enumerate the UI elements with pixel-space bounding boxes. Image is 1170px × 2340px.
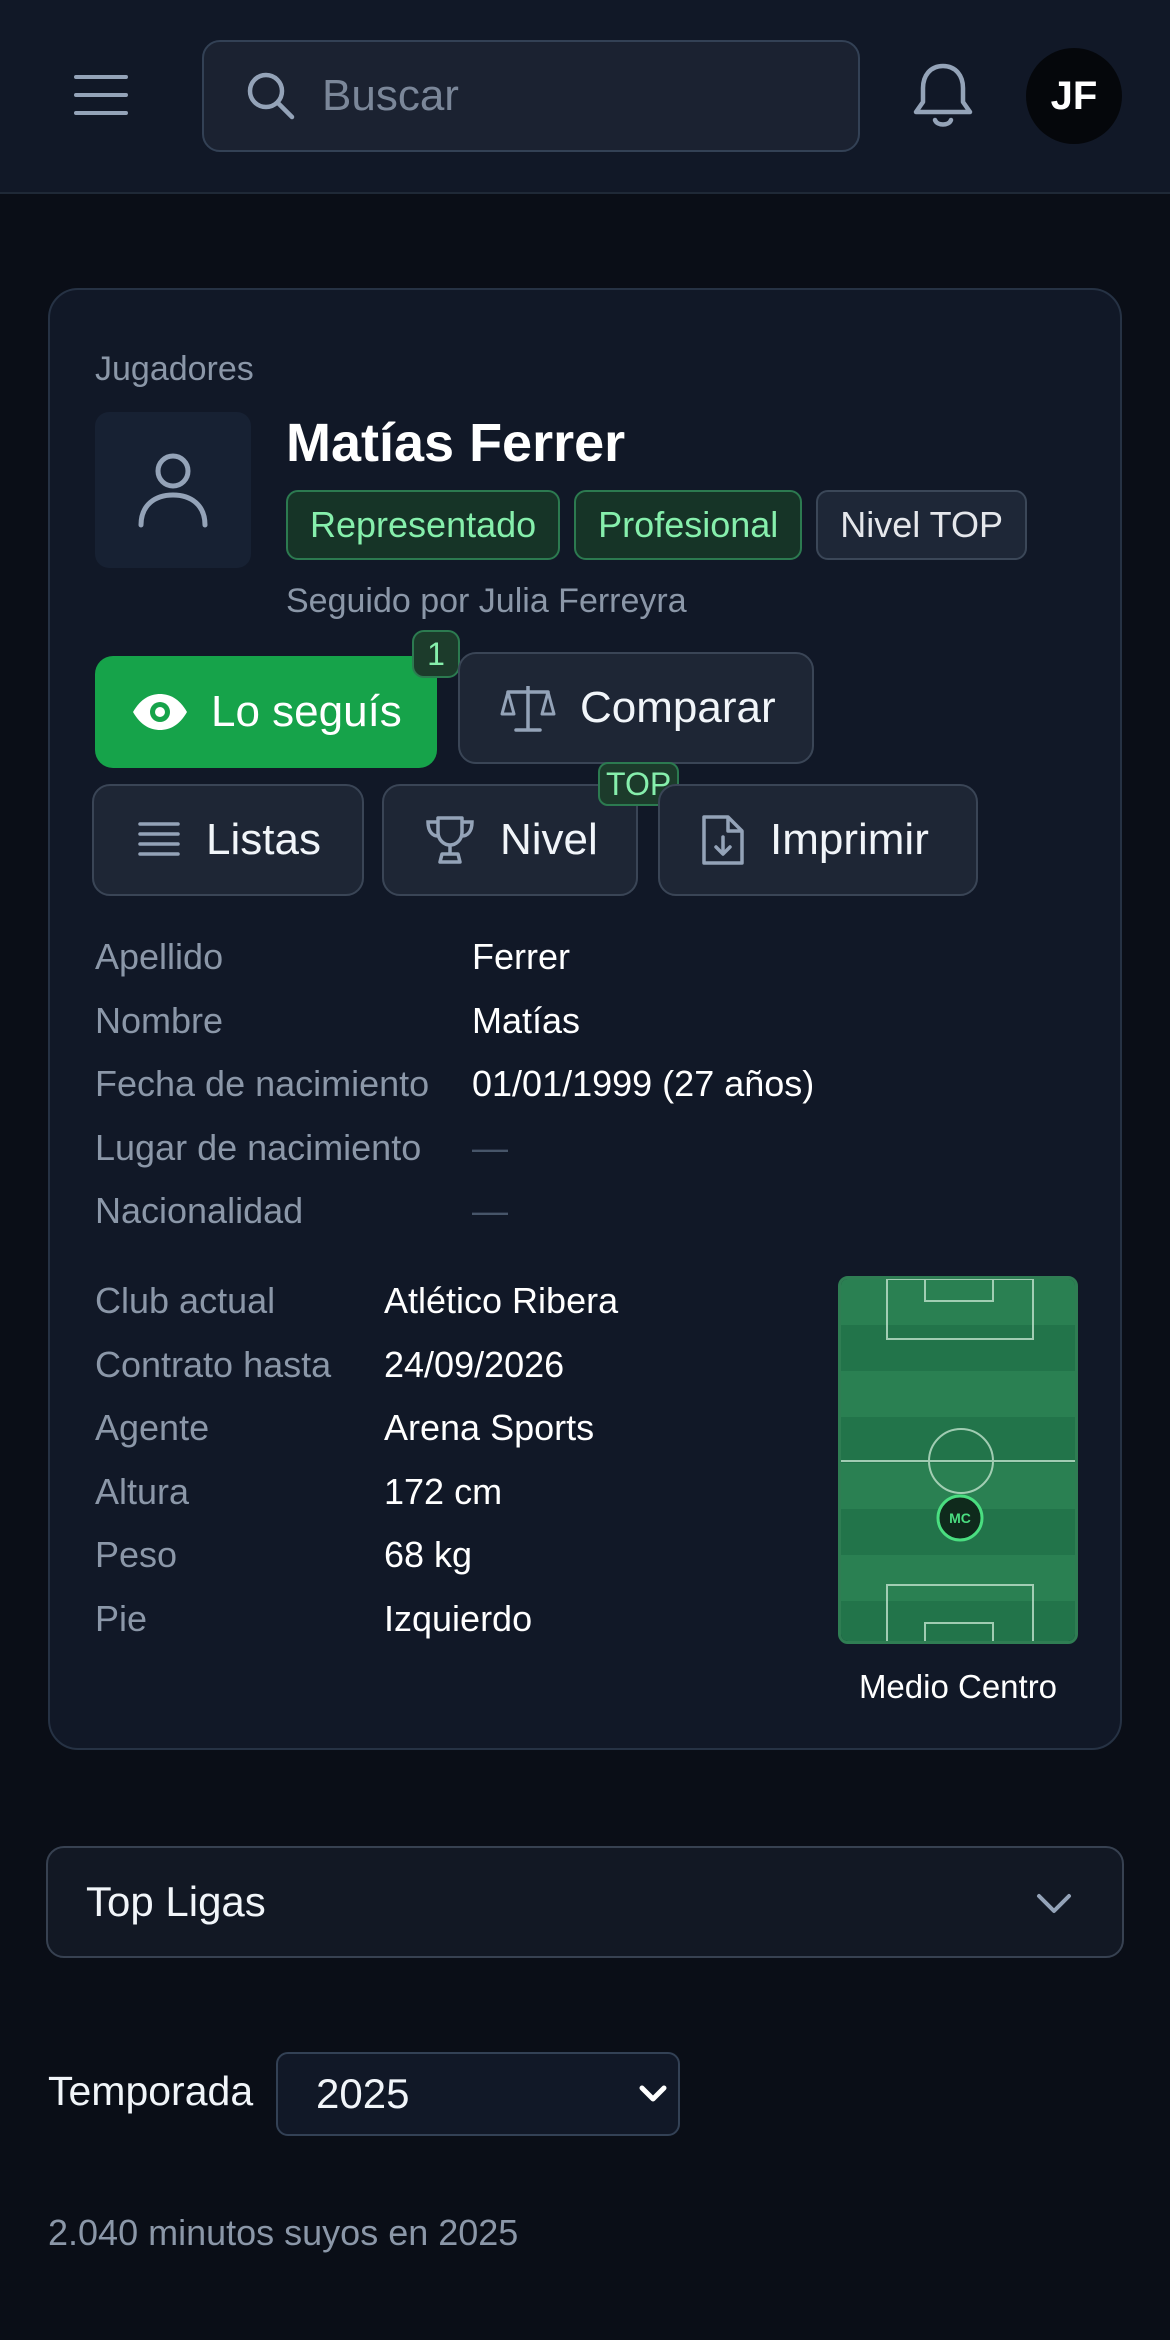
level-button-label: Nivel — [500, 815, 598, 864]
info-value: 24/09/2026 — [384, 1343, 565, 1385]
info-label: Nacionalidad — [95, 1190, 304, 1231]
compare-button-label: Comparar — [580, 683, 776, 732]
info-row-foot: Pie Izquierdo — [95, 1598, 618, 1662]
info-label: Peso — [95, 1534, 178, 1575]
info-value: — — [472, 1126, 508, 1168]
badge-represented: Representado — [286, 490, 561, 560]
info-label: Nombre — [95, 999, 224, 1041]
position-marker: MC — [949, 1510, 971, 1526]
chevron-down-icon — [639, 2085, 667, 2102]
top-bar: JF — [0, 0, 1170, 194]
position-pitch: MC — [838, 1276, 1078, 1644]
follow-count-badge: 1 — [412, 630, 460, 678]
chevron-down-icon — [1037, 1894, 1071, 1913]
list-icon — [138, 822, 180, 856]
trophy-icon — [426, 816, 474, 864]
print-button-label: Imprimir — [770, 815, 929, 864]
player-name: Matías Ferrer — [286, 413, 626, 473]
info-row-birth-place: Lugar de nacimiento — — [95, 1127, 814, 1191]
compare-button[interactable]: Comparar — [458, 652, 814, 764]
info-row-weight: Peso 68 kg — [95, 1534, 618, 1598]
breadcrumb[interactable]: Jugadores — [95, 350, 254, 389]
badge-professional: Profesional — [574, 490, 803, 560]
lists-button[interactable]: Listas — [92, 784, 364, 896]
player-card: Jugadores Matías Ferrer Representado Pro… — [48, 288, 1122, 1750]
eye-icon — [133, 694, 187, 730]
user-icon — [138, 453, 208, 528]
user-avatar[interactable]: JF — [1026, 48, 1122, 144]
info-value: Matías — [472, 999, 581, 1041]
info-row-first-name: Nombre Matías — [95, 1000, 814, 1064]
follow-button[interactable]: Lo seguís — [95, 656, 437, 768]
top-leagues-label: Top Ligas — [86, 1878, 266, 1925]
player-badges: Representado Profesional Nivel TOP — [286, 490, 1028, 560]
search-input[interactable] — [322, 71, 842, 121]
info-value: Ferrer — [472, 936, 570, 977]
info-value: 01/01/1999 (27 años) — [472, 1063, 815, 1104]
search-box[interactable] — [202, 40, 860, 152]
follow-button-label: Lo seguís — [211, 687, 402, 736]
season-minutes-text: 2.040 minutos suyos en 2025 — [48, 2212, 519, 2253]
position-label: Medio Centro — [858, 1668, 1058, 1705]
season-select[interactable]: 2025 — [276, 2052, 680, 2136]
info-value: 172 cm — [384, 1470, 503, 1512]
info-value: 68 kg — [384, 1534, 473, 1575]
info-row-contract: Contrato hasta 24/09/2026 — [95, 1344, 618, 1408]
personal-info: Apellido Ferrer Nombre Matías Fecha de n… — [95, 936, 814, 1254]
lists-button-label: Listas — [206, 815, 321, 864]
season-selected-value: 2025 — [316, 2070, 410, 2117]
info-label: Fecha de nacimiento — [95, 1063, 430, 1104]
info-row-birth-date: Fecha de nacimiento 01/01/1999 (27 años) — [95, 1063, 814, 1127]
info-label: Altura — [95, 1470, 190, 1512]
info-row-height: Altura 172 cm — [95, 1471, 618, 1535]
file-download-icon — [702, 815, 744, 865]
player-photo — [95, 412, 251, 568]
info-value: Arena Sports — [384, 1407, 595, 1448]
season-label: Temporada — [48, 2068, 254, 2114]
info-value: Atlético Ribera — [384, 1280, 619, 1321]
info-row-agent: Agente Arena Sports — [95, 1407, 618, 1471]
followed-by-text: Seguido por Julia Ferreyra — [286, 582, 687, 620]
info-row-surname: Apellido Ferrer — [95, 936, 814, 1000]
info-value: — — [472, 1190, 508, 1231]
info-value: Izquierdo — [384, 1597, 533, 1639]
club-info: Club actual Atlético Ribera Contrato has… — [95, 1280, 618, 1661]
search-icon — [247, 72, 295, 120]
print-button[interactable]: Imprimir — [658, 784, 978, 896]
hamburger-menu-icon[interactable] — [62, 62, 142, 128]
scale-icon — [500, 686, 556, 732]
info-label: Apellido — [95, 936, 224, 977]
info-row-club: Club actual Atlético Ribera — [95, 1280, 618, 1344]
info-row-nationality: Nacionalidad — — [95, 1190, 814, 1254]
badge-level: Nivel TOP — [816, 490, 1028, 560]
info-label: Contrato hasta — [95, 1343, 332, 1385]
info-label: Club actual — [95, 1280, 276, 1321]
top-leagues-accordion[interactable]: Top Ligas — [46, 1846, 1124, 1958]
bell-icon[interactable] — [908, 58, 978, 132]
info-label: Agente — [95, 1407, 210, 1448]
info-label: Pie — [95, 1597, 148, 1639]
info-label: Lugar de nacimiento — [95, 1126, 422, 1168]
